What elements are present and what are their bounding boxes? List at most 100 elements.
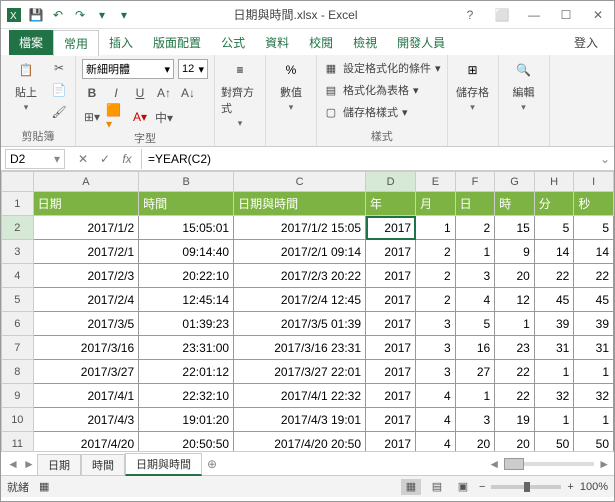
- cell-E7[interactable]: 3: [416, 336, 456, 360]
- cell-C7[interactable]: 2017/3/16 23:31: [234, 336, 366, 360]
- scroll-left-icon[interactable]: ◄: [488, 457, 500, 471]
- confirm-icon[interactable]: ✓: [95, 149, 115, 169]
- cell-D9[interactable]: 2017: [366, 384, 416, 408]
- view-normal-icon[interactable]: ▦: [401, 479, 421, 495]
- row-head-6[interactable]: 6: [2, 312, 34, 336]
- paste-button[interactable]: 📋 貼上 ▾: [7, 58, 45, 113]
- row-head-2[interactable]: 2: [2, 216, 34, 240]
- col-head-I[interactable]: I: [574, 172, 614, 192]
- cell-H8[interactable]: 1: [534, 360, 574, 384]
- cell-D7[interactable]: 2017: [366, 336, 416, 360]
- format-as-table-button[interactable]: ▤格式化為表格 ▾: [323, 80, 419, 100]
- row-head-9[interactable]: 9: [2, 384, 34, 408]
- sheet-nav-next-icon[interactable]: ►: [21, 457, 37, 471]
- row-head-7[interactable]: 7: [2, 336, 34, 360]
- zoom-in-icon[interactable]: +: [567, 481, 573, 493]
- cell-F7[interactable]: 16: [455, 336, 495, 360]
- cell-A7[interactable]: 2017/3/16: [33, 336, 139, 360]
- cell-I10[interactable]: 1: [574, 408, 614, 432]
- cell-G11[interactable]: 20: [495, 432, 535, 452]
- cell-C9[interactable]: 2017/4/1 22:32: [234, 384, 366, 408]
- conditional-format-button[interactable]: ▦設定格式化的條件 ▾: [323, 58, 441, 78]
- cell-E11[interactable]: 4: [416, 432, 456, 452]
- cell-A2[interactable]: 2017/1/2: [33, 216, 139, 240]
- tab-data[interactable]: 資料: [255, 30, 299, 55]
- redo-icon[interactable]: ↷: [71, 6, 89, 24]
- decrease-font-icon[interactable]: A↓: [178, 83, 198, 103]
- login-link[interactable]: 登入: [564, 30, 608, 55]
- cell-G5[interactable]: 12: [495, 288, 535, 312]
- add-sheet-icon[interactable]: ⊕: [202, 457, 222, 471]
- sheet-tab-date[interactable]: 日期: [37, 454, 81, 475]
- row-head-5[interactable]: 5: [2, 288, 34, 312]
- border-button[interactable]: ⊞▾: [82, 107, 102, 127]
- cell-C3[interactable]: 2017/2/1 09:14: [234, 240, 366, 264]
- cell-B2[interactable]: 15:05:01: [139, 216, 234, 240]
- cell-B10[interactable]: 19:01:20: [139, 408, 234, 432]
- underline-button[interactable]: U: [130, 83, 150, 103]
- zoom-out-icon[interactable]: −: [479, 481, 485, 493]
- tab-developer[interactable]: 開發人員: [387, 30, 455, 55]
- col-head-C[interactable]: C: [234, 172, 366, 192]
- cell-F2[interactable]: 2: [455, 216, 495, 240]
- cell-E10[interactable]: 4: [416, 408, 456, 432]
- header-cell[interactable]: 日: [455, 192, 495, 216]
- cell-D6[interactable]: 2017: [366, 312, 416, 336]
- header-cell[interactable]: 分: [534, 192, 574, 216]
- ribbon-options-icon[interactable]: ⬜: [490, 5, 514, 25]
- font-color-button[interactable]: A▾: [130, 107, 150, 127]
- zoom-slider[interactable]: [491, 485, 561, 489]
- cell-E9[interactable]: 4: [416, 384, 456, 408]
- save-icon[interactable]: 💾: [27, 6, 45, 24]
- cell-F4[interactable]: 3: [455, 264, 495, 288]
- cell-E2[interactable]: 1: [416, 216, 456, 240]
- cell-E4[interactable]: 2: [416, 264, 456, 288]
- copy-icon[interactable]: 📄: [49, 80, 69, 100]
- close-icon[interactable]: ✕: [586, 5, 610, 25]
- sheet-tab-datetime[interactable]: 日期與時間: [125, 453, 202, 476]
- cell-B4[interactable]: 20:22:10: [139, 264, 234, 288]
- cell-C2[interactable]: 2017/1/2 15:05: [234, 216, 366, 240]
- cell-I11[interactable]: 50: [574, 432, 614, 452]
- cancel-icon[interactable]: ✕: [73, 149, 93, 169]
- view-layout-icon[interactable]: ▤: [427, 479, 447, 495]
- header-cell[interactable]: 時間: [139, 192, 234, 216]
- cell-A3[interactable]: 2017/2/1: [33, 240, 139, 264]
- cell-F10[interactable]: 3: [455, 408, 495, 432]
- cell-B8[interactable]: 22:01:12: [139, 360, 234, 384]
- editing-button[interactable]: 🔍 編輯 ▾: [505, 58, 543, 113]
- cell-H10[interactable]: 1: [534, 408, 574, 432]
- cell-B7[interactable]: 23:31:00: [139, 336, 234, 360]
- cell-C10[interactable]: 2017/4/3 19:01: [234, 408, 366, 432]
- cell-A5[interactable]: 2017/2/4: [33, 288, 139, 312]
- cell-E3[interactable]: 2: [416, 240, 456, 264]
- cell-I2[interactable]: 5: [574, 216, 614, 240]
- cell-styles-button[interactable]: ▢儲存格樣式 ▾: [323, 102, 408, 122]
- qat-customize-icon[interactable]: ▾: [115, 6, 133, 24]
- cell-I5[interactable]: 45: [574, 288, 614, 312]
- cell-C6[interactable]: 2017/3/5 01:39: [234, 312, 366, 336]
- cell-H9[interactable]: 32: [534, 384, 574, 408]
- tab-formulas[interactable]: 公式: [211, 30, 255, 55]
- more-icon[interactable]: ▾: [93, 6, 111, 24]
- cell-B6[interactable]: 01:39:23: [139, 312, 234, 336]
- cell-D4[interactable]: 2017: [366, 264, 416, 288]
- zoom-level[interactable]: 100%: [580, 481, 608, 493]
- cell-F6[interactable]: 5: [455, 312, 495, 336]
- cell-C4[interactable]: 2017/2/3 20:22: [234, 264, 366, 288]
- sheet-nav-prev-icon[interactable]: ◄: [5, 457, 21, 471]
- header-cell[interactable]: 日期與時間: [234, 192, 366, 216]
- row-head-8[interactable]: 8: [2, 360, 34, 384]
- header-cell[interactable]: 日期: [33, 192, 139, 216]
- col-head-E[interactable]: E: [416, 172, 456, 192]
- phonetic-button[interactable]: 中▾: [154, 107, 174, 127]
- row-head-10[interactable]: 10: [2, 408, 34, 432]
- tab-home[interactable]: 常用: [53, 30, 99, 56]
- tab-review[interactable]: 校閱: [299, 30, 343, 55]
- tab-file[interactable]: 檔案: [9, 30, 53, 55]
- scroll-right-icon[interactable]: ►: [598, 457, 610, 471]
- cell-H4[interactable]: 22: [534, 264, 574, 288]
- col-head-A[interactable]: A: [33, 172, 139, 192]
- cell-E6[interactable]: 3: [416, 312, 456, 336]
- cell-B5[interactable]: 12:45:14: [139, 288, 234, 312]
